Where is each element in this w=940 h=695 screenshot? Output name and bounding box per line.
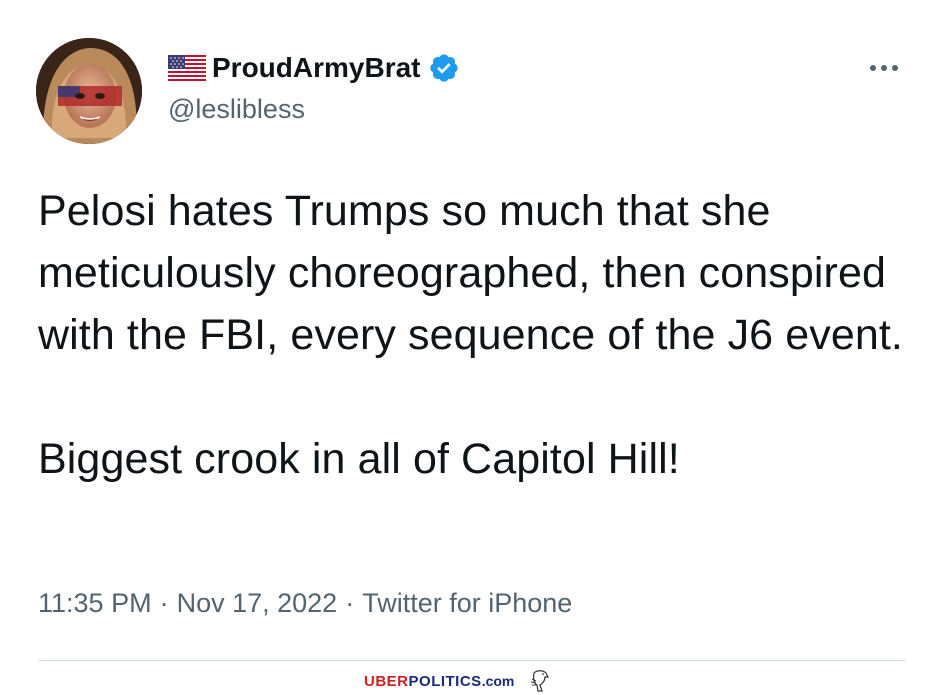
watermark-part-politics: POLITICS: [408, 672, 482, 690]
tweet-paragraph: Biggest crook in all of Capitol Hill!: [38, 435, 680, 483]
more-options-button[interactable]: [864, 56, 904, 80]
avatar-image: [36, 38, 142, 144]
tweet-source[interactable]: Twitter for iPhone: [362, 588, 572, 618]
display-name[interactable]: ProudArmyBrat: [212, 52, 420, 84]
user-name-row[interactable]: ProudArmyBrat: [168, 50, 460, 86]
tweet-time[interactable]: 11:35 PM: [38, 588, 152, 618]
divider: [38, 660, 906, 661]
verified-badge-icon: [428, 52, 460, 84]
us-flag-icon: [168, 55, 206, 81]
more-options-icon: [870, 65, 898, 71]
tweet-card: ProudArmyBrat @leslibless Pelosi hates T…: [0, 0, 940, 695]
tweet-date[interactable]: Nov 17, 2022: [177, 588, 338, 618]
avatar[interactable]: [36, 38, 142, 144]
meta-separator: ·: [345, 588, 355, 618]
tweet-metadata: 11:35 PM · Nov 17, 2022 · Twitter for iPhone: [38, 588, 572, 619]
tweet-text: Pelosi hates Trumps so much that she met…: [38, 180, 908, 490]
watermark-part-uber: UBER: [364, 672, 409, 690]
tweet-paragraph: Pelosi hates Trumps so much that she met…: [38, 187, 903, 359]
watermark: UBER POLITICS .com: [364, 668, 554, 694]
meta-separator: ·: [159, 588, 169, 618]
watermark-part-com: .com: [481, 673, 515, 689]
eagle-icon: [528, 669, 554, 693]
user-handle[interactable]: @leslibless: [168, 94, 305, 125]
